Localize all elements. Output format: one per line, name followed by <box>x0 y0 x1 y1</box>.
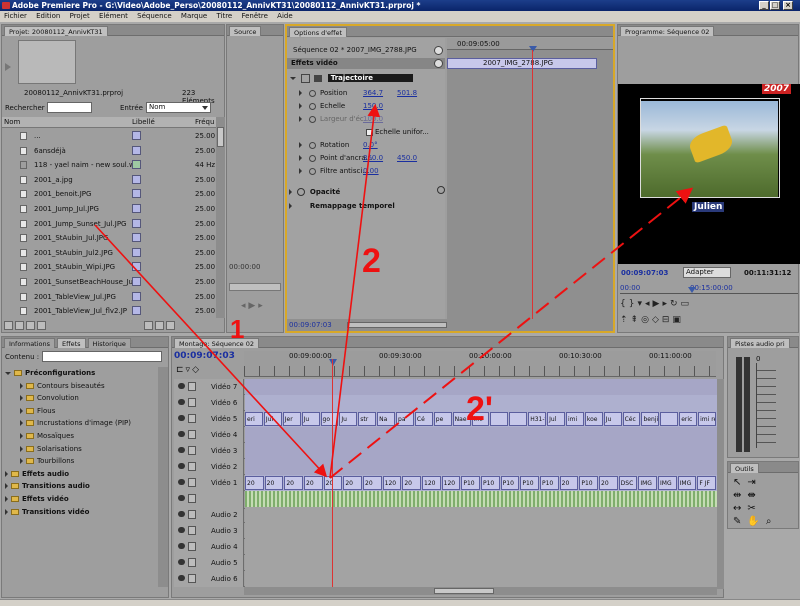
annotation-arrow-2-prime <box>329 187 694 479</box>
annotation-label-2-prime: 2' <box>466 390 493 428</box>
annotation-label-1: 1 <box>230 314 244 344</box>
annotation-arrow-2 <box>329 103 381 479</box>
annotation-arrow-1 <box>94 224 328 478</box>
annotation-label-2: 2 <box>362 242 381 280</box>
annotation-overlay: 1 2 2' <box>94 103 694 479</box>
